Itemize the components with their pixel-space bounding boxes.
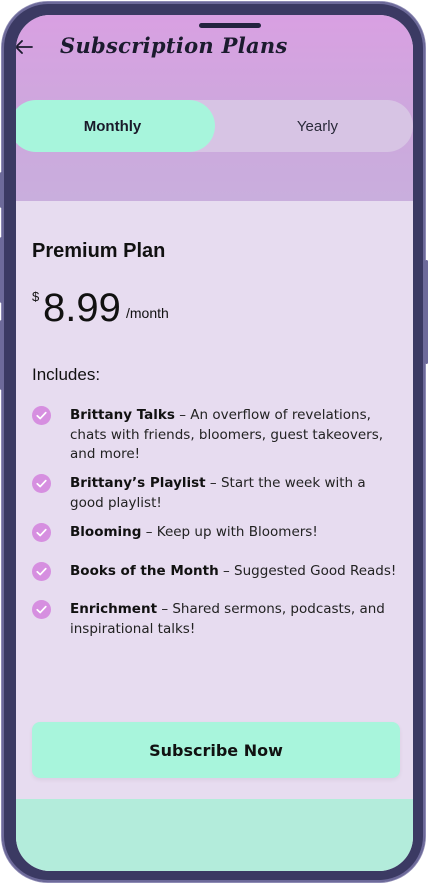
feature-text: Brittany’s Playlist – Start the week wit…	[70, 474, 400, 513]
screen: Subscription Plans Monthly Yearly Premiu…	[16, 15, 413, 871]
header: Subscription Plans Monthly Yearly	[16, 15, 413, 201]
phone-side-button-mid	[0, 237, 3, 303]
price-amount: 8.99	[43, 286, 121, 330]
footer-bar	[16, 799, 413, 871]
arrow-left-icon[interactable]	[16, 37, 36, 57]
phone-power-button	[425, 260, 428, 364]
feature-text: Books of the Month – Suggested Good Read…	[70, 562, 400, 582]
feature-text: Blooming – Keep up with Bloomers!	[70, 523, 400, 543]
speaker-notch	[199, 23, 261, 28]
includes-heading: Includes:	[32, 365, 101, 384]
feature-desc: – Keep up with Bloomers!	[141, 524, 318, 540]
feature-name: Enrichment	[70, 601, 158, 617]
feature-desc: – Suggested Good Reads!	[218, 563, 397, 579]
plan-card: Premium Plan $ 8.99 /month Includes: Bri…	[16, 201, 413, 799]
check-circle-icon	[32, 406, 51, 425]
feature-name: Brittany’s Playlist	[70, 475, 206, 491]
phone-side-button-top	[0, 172, 3, 208]
feature-name: Brittany Talks	[70, 407, 175, 423]
price-currency: $	[32, 289, 40, 304]
check-circle-icon	[32, 523, 51, 542]
plan-name: Premium Plan	[32, 240, 166, 262]
phone-side-button-low	[0, 320, 3, 390]
feature-name: Blooming	[70, 524, 142, 540]
feature-text: Enrichment – Shared sermons, podcasts, a…	[70, 600, 400, 639]
check-circle-icon	[32, 474, 51, 493]
page-title: Subscription Plans	[60, 33, 288, 58]
check-circle-icon	[32, 562, 51, 581]
feature-name: Books of the Month	[70, 563, 219, 579]
tab-monthly[interactable]: Monthly	[16, 100, 215, 152]
price-period: /month	[126, 305, 169, 321]
subscribe-button[interactable]: Subscribe Now	[32, 722, 400, 778]
feature-text: Brittany Talks – An overflow of revelati…	[70, 406, 400, 465]
tab-yearly[interactable]: Yearly	[215, 100, 413, 152]
check-circle-icon	[32, 600, 51, 619]
